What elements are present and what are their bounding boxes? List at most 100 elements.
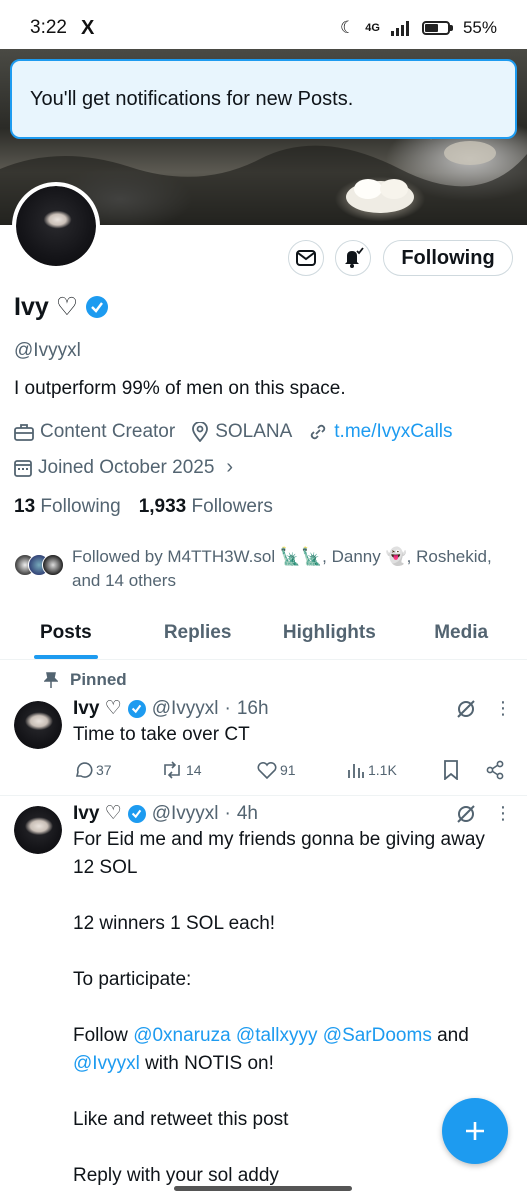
tab-media[interactable]: Media bbox=[395, 606, 527, 659]
tweet-avatar[interactable] bbox=[14, 806, 62, 854]
chevron-right-icon: › bbox=[226, 456, 234, 478]
battery-percent: 55% bbox=[462, 18, 497, 37]
tweet-author-name[interactable]: Ivy ♡ bbox=[73, 802, 122, 825]
repost-icon bbox=[164, 761, 180, 779]
followers-count-label: Followers bbox=[191, 496, 273, 517]
verified-badge-icon bbox=[127, 804, 146, 823]
plus-icon bbox=[466, 1122, 484, 1140]
envelope-icon bbox=[296, 250, 316, 266]
pinned-indicator: Pinned bbox=[44, 670, 127, 690]
follow-counts: 13 Following 1,933 Followers bbox=[14, 496, 273, 518]
share-icon[interactable] bbox=[485, 760, 505, 780]
location-pin-icon bbox=[192, 422, 209, 442]
tab-posts[interactable]: Posts bbox=[0, 606, 132, 659]
tweet-line: Follow @0xnaruza @tallxyyy @SarDooms and bbox=[73, 1022, 513, 1050]
tweet-text-segment: with NOTIS on! bbox=[139, 1053, 274, 1074]
tweet-line: For Eid me and my friends gonna be givin… bbox=[73, 829, 485, 850]
profile-bio: I outperform 99% of men on this space. bbox=[14, 378, 346, 399]
profile-link[interactable]: t.me/IvyxCalls bbox=[334, 421, 452, 443]
tweet-header: Ivy ♡ @Ivyyxl · 4h bbox=[73, 802, 258, 825]
following-button-label: Following bbox=[401, 246, 495, 269]
views-icon bbox=[348, 764, 364, 778]
mention-link[interactable]: @0xnaruza bbox=[133, 1025, 230, 1046]
battery-icon bbox=[421, 21, 453, 35]
followers-count-link[interactable]: 1,933 Followers bbox=[139, 496, 273, 518]
more-options-icon[interactable]: ⋮ bbox=[494, 698, 512, 719]
tweet-time: 4h bbox=[236, 802, 258, 824]
profile-location: SOLANA bbox=[215, 421, 293, 442]
tweet-author-name[interactable]: Ivy ♡ bbox=[73, 697, 122, 720]
tweet-actions: 37 14 91 1.1K bbox=[73, 760, 513, 780]
like-count: 91 bbox=[280, 762, 296, 778]
following-count: 13 bbox=[14, 496, 36, 517]
tab-highlights[interactable]: Highlights bbox=[264, 606, 396, 659]
like-button[interactable]: 91 bbox=[257, 761, 347, 779]
profile-category: Content Creator bbox=[40, 421, 176, 442]
network-label: 4G bbox=[365, 22, 380, 34]
repost-button[interactable]: 14 bbox=[161, 761, 257, 779]
tweet-dot: · bbox=[224, 697, 231, 719]
heart-icon bbox=[257, 761, 277, 779]
briefcase-icon bbox=[14, 424, 34, 441]
compose-post-button[interactable] bbox=[442, 1098, 508, 1164]
following-count-link[interactable]: 13 Following bbox=[14, 496, 121, 518]
gesture-home-bar[interactable] bbox=[174, 1186, 352, 1191]
followed-by-text[interactable]: Followed by M4TTH3W.sol 🗽🗽, Danny 👻, Ros… bbox=[14, 545, 514, 593]
tweet-header: Ivy ♡ @Ivyyxl · 16h bbox=[73, 697, 269, 720]
grok-icon[interactable] bbox=[455, 803, 477, 825]
tweet-line: @Ivyyxl with NOTIS on! bbox=[73, 1050, 513, 1078]
followers-count: 1,933 bbox=[138, 496, 187, 517]
notification-toast: You'll get notifications for new Posts. bbox=[10, 59, 517, 139]
views-count: 1.1K bbox=[368, 762, 397, 778]
tweet-line: 12 winners 1 SOL each! bbox=[73, 913, 276, 934]
mention-link[interactable]: @tallxyyy bbox=[236, 1025, 318, 1046]
profile-meta-row: Content Creator SOLANA t.me/IvyxCalls bbox=[14, 421, 453, 443]
grok-icon[interactable] bbox=[455, 698, 477, 720]
status-bar: 3:22 X ☾ 4G 55% bbox=[0, 0, 527, 56]
tweet-line: To participate: bbox=[73, 969, 192, 990]
x-app-icon: X bbox=[80, 16, 95, 39]
notifications-button[interactable] bbox=[335, 240, 371, 276]
following-button[interactable]: Following bbox=[383, 240, 513, 276]
verified-badge-icon bbox=[86, 296, 109, 318]
verified-badge-icon bbox=[127, 699, 146, 718]
pin-icon bbox=[44, 672, 58, 688]
status-time: 3:22 bbox=[30, 17, 67, 38]
tweet-text-segment: Follow bbox=[73, 1025, 134, 1046]
pinned-label: Pinned bbox=[70, 670, 127, 689]
dnd-moon-icon: ☾ bbox=[340, 18, 356, 37]
views-button[interactable]: 1.1K bbox=[347, 762, 443, 778]
tab-replies-label: Replies bbox=[163, 621, 232, 643]
message-button[interactable] bbox=[288, 240, 324, 276]
reply-icon bbox=[75, 762, 93, 778]
toast-text: You'll get notifications for new Posts. bbox=[30, 87, 354, 110]
joined-date: Joined October 2025 bbox=[38, 456, 215, 478]
following-count-label: Following bbox=[40, 496, 121, 517]
bookmark-icon[interactable] bbox=[443, 760, 459, 780]
profile-avatar[interactable] bbox=[12, 182, 100, 270]
tweet-divider bbox=[0, 795, 527, 796]
tweet-line: 12 SOL bbox=[73, 857, 138, 878]
tweet-text-segment: and bbox=[431, 1025, 469, 1046]
signal-icon bbox=[390, 20, 412, 36]
tweet-author-handle[interactable]: @Ivyyxl bbox=[152, 803, 219, 825]
tweet-avatar[interactable] bbox=[14, 701, 62, 749]
profile-handle: @Ivyyxl bbox=[14, 340, 81, 361]
joined-row[interactable]: Joined October 2025 › bbox=[14, 456, 233, 479]
reply-button[interactable]: 37 bbox=[73, 760, 161, 780]
more-options-icon[interactable]: ⋮ bbox=[494, 803, 512, 824]
mention-link[interactable]: @Ivyyxl bbox=[73, 1053, 140, 1074]
avatar-image bbox=[16, 186, 96, 266]
mention-link[interactable]: @SarDooms bbox=[323, 1025, 432, 1046]
tab-highlights-label: Highlights bbox=[282, 621, 376, 643]
profile-name: Ivy ♡ bbox=[14, 292, 109, 322]
tweet-author-handle[interactable]: @Ivyyxl bbox=[152, 698, 219, 720]
status-right: ☾ 4G 55% bbox=[340, 18, 497, 38]
tab-media-label: Media bbox=[434, 621, 489, 643]
tweet-dot: · bbox=[224, 802, 231, 824]
profile-tabs: Posts Replies Highlights Media bbox=[0, 606, 527, 660]
tab-replies[interactable]: Replies bbox=[132, 606, 264, 659]
display-name: Ivy ♡ bbox=[14, 293, 79, 321]
bell-check-icon bbox=[345, 247, 364, 268]
link-icon bbox=[311, 424, 326, 440]
